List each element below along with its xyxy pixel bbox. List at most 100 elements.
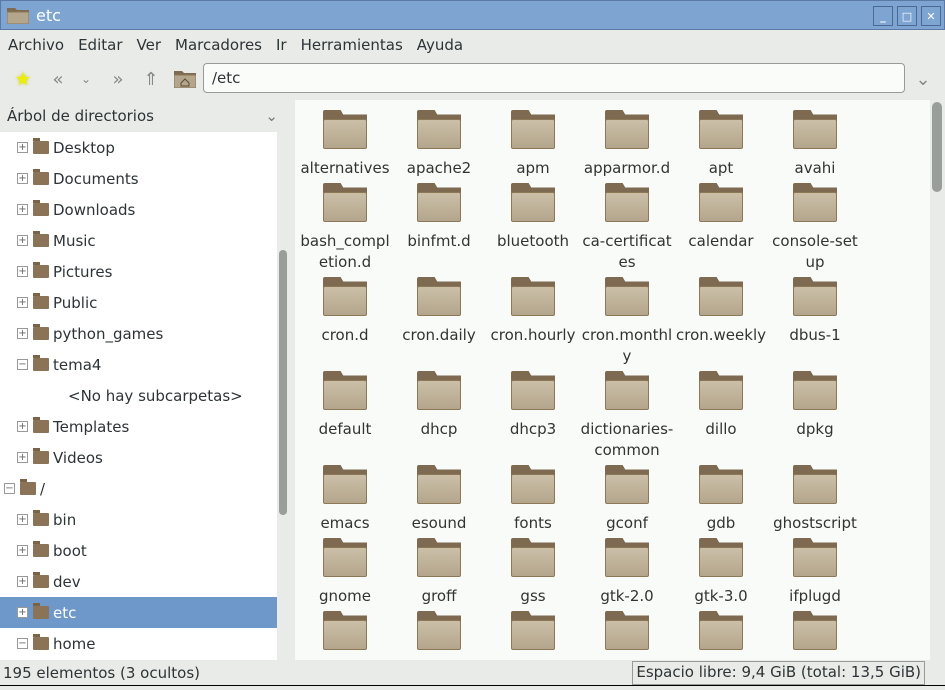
file-item[interactable]: bash_completion.d [298,181,392,273]
menu-ir[interactable]: Ir [276,36,287,54]
tree-item-label: Documents [53,169,139,188]
file-item[interactable]: gdb [674,463,768,534]
file-item[interactable]: dhcp3 [486,369,580,461]
file-item[interactable]: dbus-1 [768,275,862,367]
file-item[interactable] [674,609,768,660]
go-icon[interactable]: ⌄ [910,66,936,92]
tree-item[interactable]: + Desktop [0,132,277,163]
file-item[interactable]: cron.daily [392,275,486,367]
tree-item[interactable]: − / [0,473,277,504]
file-item[interactable]: apache2 [392,108,486,179]
file-item[interactable] [392,609,486,660]
file-item[interactable]: gtk-3.0 [674,536,768,607]
tree-item[interactable]: + Documents [0,163,277,194]
file-item[interactable]: cron.d [298,275,392,367]
collapse-icon[interactable]: − [4,483,15,494]
home-folder-icon[interactable] [172,66,198,92]
file-item[interactable]: gnome [298,536,392,607]
expand-icon[interactable]: + [17,328,28,339]
close-button[interactable]: ✕ [921,6,941,26]
file-item[interactable]: apt [674,108,768,179]
expand-icon[interactable]: + [17,142,28,153]
tree-item[interactable]: + Templates [0,411,277,442]
expand-icon[interactable]: + [17,514,28,525]
file-item[interactable] [486,609,580,660]
menu-archivo[interactable]: Archivo [8,36,64,54]
file-item[interactable]: bluetooth [486,181,580,273]
sidebar-header[interactable]: Árbol de directorios ⌄ [0,100,290,132]
menu-editar[interactable]: Editar [78,36,122,54]
expand-icon[interactable]: + [17,421,28,432]
file-item[interactable]: calendar [674,181,768,273]
menu-marcadores[interactable]: Marcadores [175,36,262,54]
tree-item[interactable]: + etc [0,597,277,628]
tree-item[interactable]: + python_games [0,318,277,349]
history-chevron-down-icon[interactable]: ⌄ [73,66,99,92]
file-item[interactable]: groff [392,536,486,607]
file-item[interactable]: apparmor.d [580,108,674,179]
file-item[interactable]: cron.monthly [580,275,674,367]
expand-icon[interactable]: + [17,607,28,618]
expand-icon[interactable]: + [17,576,28,587]
tree-item[interactable]: − home [0,628,277,659]
chevron-down-icon[interactable]: ⌄ [265,107,278,125]
file-item[interactable]: gconf [580,463,674,534]
forward-icon[interactable]: » [105,66,131,92]
address-input[interactable]: /etc [203,63,905,93]
file-item[interactable]: dpkg [768,369,862,461]
tree-item[interactable]: + Pictures [0,256,277,287]
file-item[interactable] [580,609,674,660]
tree-item[interactable]: + Music [0,225,277,256]
file-item[interactable]: cron.weekly [674,275,768,367]
file-view-scrollbar[interactable] [932,102,942,192]
expand-icon[interactable]: + [17,297,28,308]
file-item[interactable]: gss [486,536,580,607]
new-tab-icon[interactable]: ★ [10,66,36,92]
menu-herramientas[interactable]: Herramientas [301,36,403,54]
file-item[interactable]: dictionaries-common [580,369,674,461]
expand-icon[interactable]: + [17,452,28,463]
collapse-icon[interactable]: − [17,638,28,649]
tree-item[interactable]: + Downloads [0,194,277,225]
tree-item[interactable]: + bin [0,504,277,535]
file-item[interactable]: cron.hourly [486,275,580,367]
up-icon[interactable]: ⇑ [138,66,164,92]
file-item[interactable]: gtk-2.0 [580,536,674,607]
tree-item[interactable]: + dev [0,566,277,597]
file-item[interactable]: dhcp [392,369,486,461]
tree-item[interactable]: + Public [0,287,277,318]
tree-item[interactable]: + boot [0,535,277,566]
file-label: cron.daily [402,326,476,344]
collapse-icon[interactable]: − [17,359,28,370]
tree-item[interactable]: <No hay subcarpetas> [0,380,277,411]
maximize-button[interactable]: □ [897,6,917,26]
sidebar-scrollbar[interactable] [279,250,287,515]
minimize-button[interactable]: _ [873,6,893,26]
folder-icon [605,277,649,317]
file-item[interactable]: alternatives [298,108,392,179]
file-item[interactable]: apm [486,108,580,179]
file-item[interactable] [298,609,392,660]
file-item[interactable]: ca-certificates [580,181,674,273]
expand-icon[interactable]: + [17,235,28,246]
file-item[interactable]: console-setup [768,181,862,273]
file-item[interactable]: dillo [674,369,768,461]
expand-icon[interactable]: + [17,545,28,556]
file-item[interactable]: ifplugd [768,536,862,607]
file-item[interactable]: binfmt.d [392,181,486,273]
expand-icon[interactable]: + [17,204,28,215]
back-icon[interactable]: « [45,66,71,92]
file-item[interactable]: emacs [298,463,392,534]
expand-icon[interactable]: + [17,266,28,277]
tree-item[interactable]: − tema4 [0,349,277,380]
menu-ayuda[interactable]: Ayuda [417,36,463,54]
menu-ver[interactable]: Ver [137,36,162,54]
file-item[interactable]: avahi [768,108,862,179]
file-item[interactable]: esound [392,463,486,534]
file-item[interactable]: default [298,369,392,461]
file-item[interactable]: fonts [486,463,580,534]
tree-item[interactable]: + Videos [0,442,277,473]
expand-icon[interactable]: + [17,173,28,184]
file-item[interactable]: ghostscript [768,463,862,534]
file-item[interactable] [768,609,862,660]
